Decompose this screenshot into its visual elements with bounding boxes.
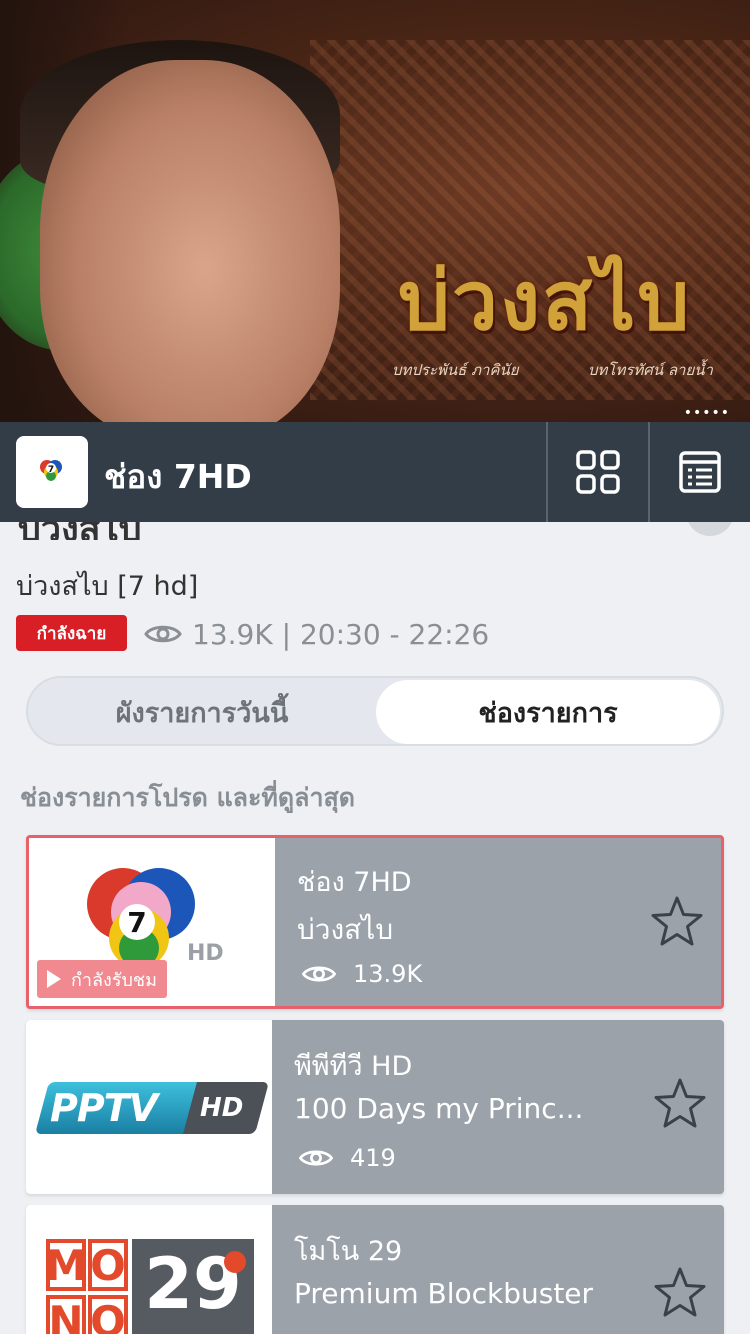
channel-header-bar: 7 ช่อง 7HD	[0, 422, 750, 522]
program-subtitle: บ่วงสไบ [7 hd]	[16, 571, 199, 602]
tab-today-schedule[interactable]: ผังรายการวันนี้	[30, 680, 374, 744]
live-badge: กำลังฉาย	[16, 615, 127, 651]
channel-program: 100 Days my Princ...	[294, 1092, 584, 1125]
mono29-logo-icon: M O N O 29	[45, 1239, 254, 1334]
channel-title: ช่อง 7HD	[104, 457, 252, 496]
channel-logo[interactable]: 7	[16, 436, 88, 508]
svg-text:7: 7	[48, 465, 54, 475]
eye-icon	[144, 625, 182, 643]
tab-channels[interactable]: ช่องรายการ	[376, 680, 720, 744]
views-count: 13.9K	[353, 960, 423, 988]
more-dots-icon[interactable]: •••••	[684, 405, 730, 421]
eye-icon	[301, 966, 337, 982]
grid-icon	[576, 450, 620, 494]
channel-views: 13.9K	[297, 960, 422, 988]
svg-text:7: 7	[127, 906, 146, 939]
program-meta-text: 13.9K | 20:30 - 22:26	[192, 617, 490, 651]
channel-program: บ่วงสไบ	[297, 913, 394, 946]
channel-thumbnail: PPTV HD	[26, 1020, 272, 1194]
channel-thumbnail: M O N O 29	[26, 1205, 272, 1334]
video-player[interactable]: บ่วงสไบ บทประพันธ์ ภาคินัย บทโทรทัศน์ ลา…	[0, 0, 750, 422]
list-view-button[interactable]	[650, 422, 750, 522]
section-title: ช่องรายการโปรด และที่ดูล่าสุด	[20, 783, 355, 812]
pptv-logo-icon: PPTV HD	[35, 1082, 269, 1134]
channel-name: พีพีทีวี HD	[294, 1051, 413, 1082]
now-watching-badge: กำลังรับชม	[37, 960, 168, 998]
credit-right: บทโทรทัศน์ ลายน้ำ	[588, 361, 713, 379]
channel-card[interactable]: PPTV HD พีพีทีวี HD 100 Days my Princ...…	[26, 1020, 724, 1194]
list-icon	[679, 451, 721, 493]
tab-bar: ผังรายการวันนี้ ช่องรายการ	[26, 676, 724, 746]
channel-card[interactable]: 7 HD กำลังรับชม ช่อง 7HD บ่วงสไบ 13.9K	[26, 835, 724, 1009]
show-title-art: บ่วงสไบ	[398, 253, 692, 349]
now-watching-label: กำลังรับชม	[71, 969, 158, 991]
video-person-face	[40, 60, 340, 422]
svg-text:HD: HD	[187, 941, 224, 966]
channel-thumbnail: 7 HD กำลังรับชม	[29, 838, 275, 1006]
channel-name: ช่อง 7HD	[297, 867, 412, 898]
program-meta: 13.9K | 20:30 - 22:26	[144, 614, 489, 654]
channel-program: Premium Blockbuster	[294, 1277, 594, 1310]
favorite-star-icon[interactable]	[652, 1076, 708, 1132]
eye-icon	[298, 1150, 334, 1166]
grid-view-button[interactable]	[548, 422, 648, 522]
favorite-star-icon[interactable]	[652, 1265, 708, 1321]
favorite-star-icon[interactable]	[649, 894, 705, 950]
channel-card[interactable]: M O N O 29 โมโน 29 Premium Blockbuster	[26, 1205, 724, 1334]
channel-name: โมโน 29	[294, 1236, 403, 1267]
channel-views: 419	[294, 1144, 396, 1172]
views-count: 419	[350, 1144, 396, 1172]
credit-left: บทประพันธ์ ภาคินัย	[392, 361, 519, 379]
play-icon	[47, 970, 61, 988]
channel7-logo-icon: 7	[40, 460, 62, 481]
